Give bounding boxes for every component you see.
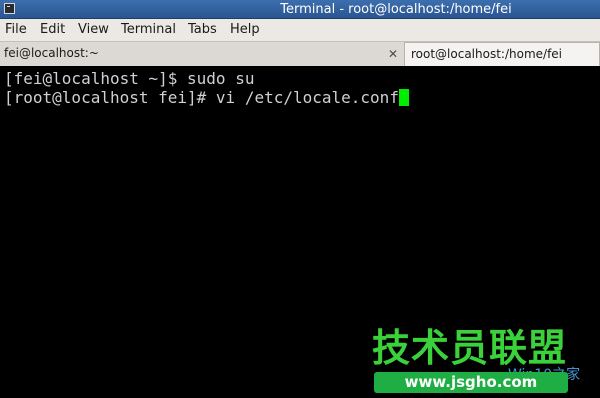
watermark-url-text: www.jsgho.com: [404, 373, 538, 391]
terminal-line-text: [fei@localhost ~]$ sudo su: [4, 69, 255, 88]
menu-tabs[interactable]: Tabs: [188, 19, 217, 41]
menu-bar: File Edit View Terminal Tabs Help: [0, 19, 600, 41]
tab-fei-home[interactable]: fei@localhost:~: [0, 42, 404, 66]
tab-root-home-fei[interactable]: root@localhost:/home/fei: [404, 42, 600, 66]
tab-label: root@localhost:/home/fei: [411, 47, 563, 61]
tab-label: fei@localhost:~: [4, 46, 99, 60]
text-cursor: [398, 89, 409, 106]
watermark-url: www.jsgho.com: [374, 372, 568, 393]
menu-terminal[interactable]: Terminal: [121, 19, 176, 41]
tab-close-icon[interactable]: ✕: [387, 48, 399, 60]
terminal-line: [fei@localhost ~]$ sudo su: [4, 69, 254, 88]
watermark-brand: 技术员联盟: [372, 326, 568, 370]
window-title: Terminal - root@localhost:/home/fei: [280, 2, 512, 17]
terminal-app-icon[interactable]: [4, 3, 15, 14]
tab-bar: fei@localhost:~ ✕ root@localhost:/home/f…: [0, 41, 600, 66]
terminal-window: Terminal - root@localhost:/home/fei File…: [0, 0, 600, 398]
title-bar[interactable]: Terminal - root@localhost:/home/fei: [0, 0, 600, 19]
menu-help[interactable]: Help: [230, 19, 260, 41]
terminal-line-text: [root@localhost fei]# vi /etc/locale.con…: [4, 88, 399, 107]
menu-view[interactable]: View: [78, 19, 109, 41]
menu-edit[interactable]: Edit: [40, 19, 65, 41]
menu-file[interactable]: File: [5, 19, 27, 41]
terminal-line: [root@localhost fei]# vi /etc/locale.con…: [4, 88, 409, 107]
